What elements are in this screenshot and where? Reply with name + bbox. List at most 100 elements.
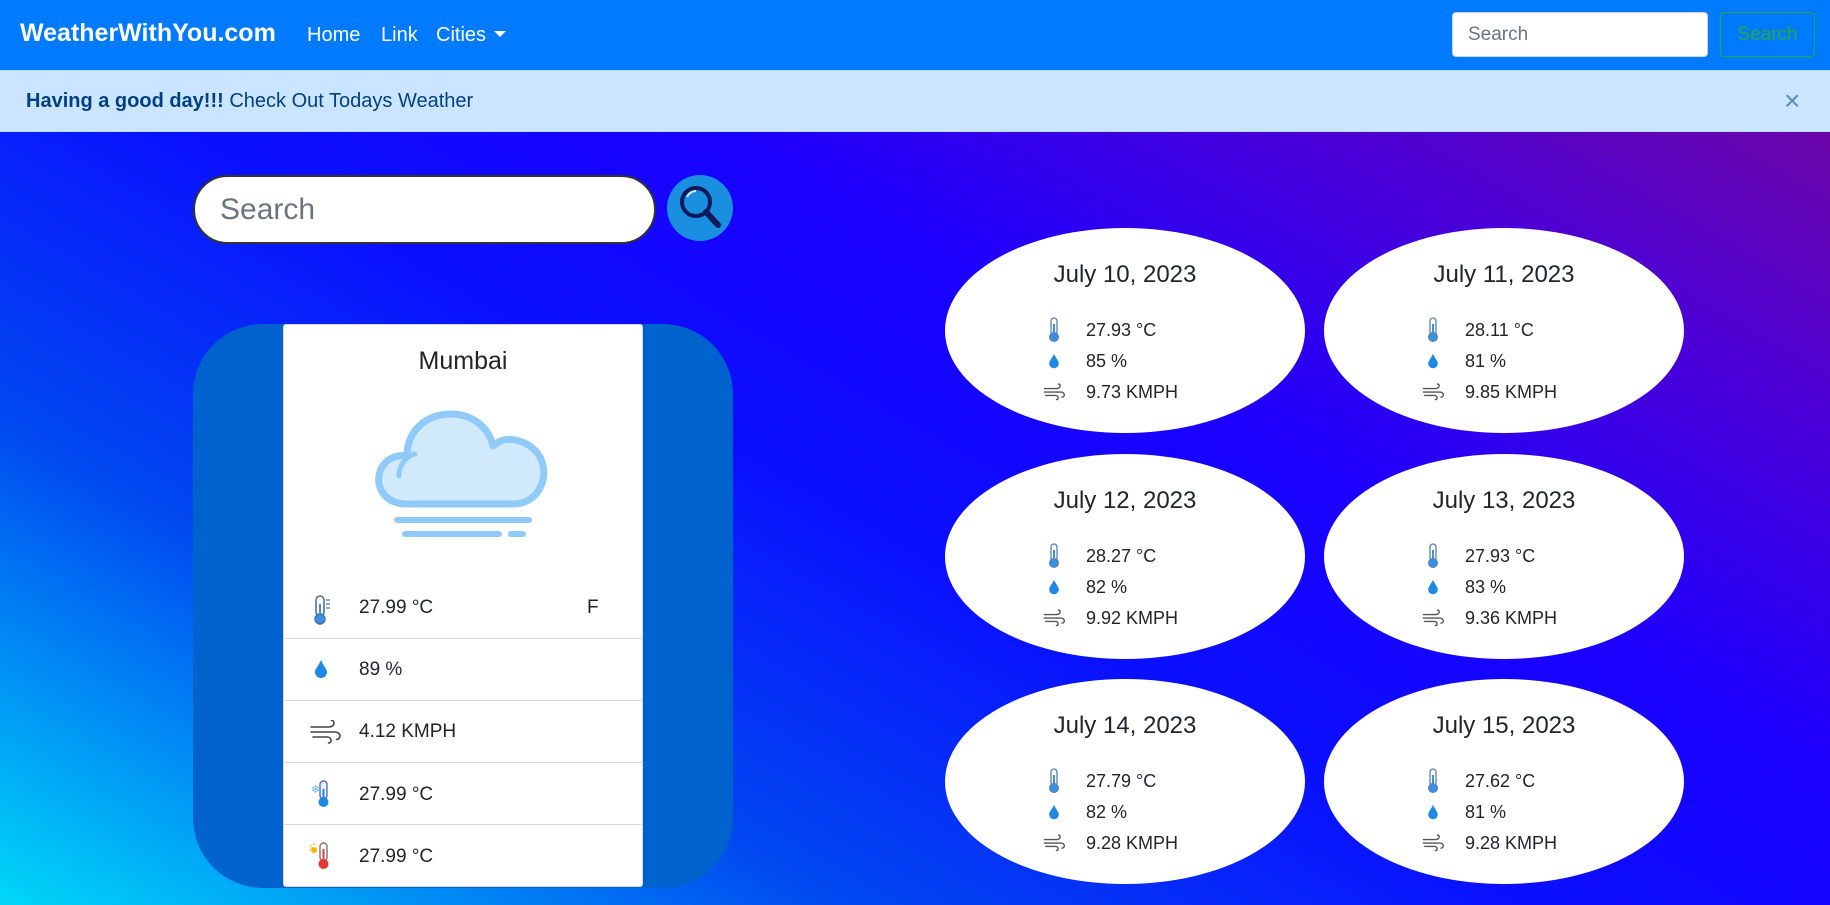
current-wind: 4.12 KMPH: [359, 721, 457, 742]
current-humidity: 89 %: [359, 659, 403, 680]
droplet-icon: [1422, 804, 1444, 820]
forecast-humidity: 82 %: [1086, 801, 1128, 822]
forecast-humidity-line: 81 %: [1422, 349, 1506, 373]
forecast-humidity-line: 82 %: [1043, 575, 1127, 599]
thermometer-icon: [1043, 543, 1065, 569]
forecast-tile: July 12, 2023 28.27 °C 82 % 9.92 KMPH: [945, 454, 1305, 659]
forecast-temp-line: 27.62 °C: [1422, 768, 1536, 794]
thermometer-icon: [1043, 317, 1065, 343]
forecast-tile: July 15, 2023 27.62 °C 81 % 9.28 KMPH: [1324, 679, 1684, 884]
forecast-tile: July 14, 2023 27.79 °C 82 % 9.28 KMPH: [945, 679, 1305, 884]
magnifier-icon: [680, 186, 721, 228]
forecast-wind: 9.28 KMPH: [1086, 832, 1179, 853]
max-temp-row: 27.99 °C: [284, 824, 642, 886]
city-search-button[interactable]: [667, 175, 733, 241]
forecast-humidity: 85 %: [1086, 350, 1128, 371]
temp-row: 27.99 °C F: [284, 580, 642, 636]
droplet-icon: [1043, 804, 1065, 820]
forecast-wind: 9.73 KMPH: [1086, 381, 1179, 402]
forecast-date: July 10, 2023: [1053, 261, 1197, 288]
forecast-humidity: 81 %: [1465, 801, 1507, 822]
droplet-icon: [1422, 579, 1444, 595]
forecast-temp-line: 27.79 °C: [1043, 768, 1157, 794]
forecast-wind: 9.85 KMPH: [1465, 381, 1558, 402]
forecast-temp-line: 28.27 °C: [1043, 543, 1157, 569]
thermometer-hot-icon: [309, 842, 329, 869]
max-temp: 27.99 °C: [359, 846, 434, 867]
thermometer-icon: [1043, 768, 1065, 794]
forecast-date: July 12, 2023: [1053, 487, 1197, 514]
alert-body-text: Check Out Todays Weather: [229, 90, 474, 112]
min-temp-row: ❄ 27.99 °C: [284, 762, 642, 824]
forecast-temp: 27.93 °C: [1086, 319, 1157, 340]
droplet-icon: [315, 660, 327, 678]
wind-icon: [1422, 383, 1444, 401]
wind-icon: [1043, 609, 1065, 627]
forecast-date: July 15, 2023: [1432, 712, 1576, 739]
close-icon[interactable]: ×: [1784, 87, 1800, 115]
svg-text:❄: ❄: [311, 783, 320, 796]
nav-dropdown-cities-label: Cities: [436, 24, 487, 46]
forecast-wind: 9.92 KMPH: [1086, 607, 1179, 628]
cloud-fog-icon: [375, 410, 548, 537]
forecast-wind-line: 9.28 KMPH: [1422, 831, 1557, 855]
nav-search-input[interactable]: [1452, 12, 1708, 57]
droplet-icon: [1043, 579, 1065, 595]
thermometer-icon: [1422, 543, 1444, 569]
forecast-date: July 14, 2023: [1053, 712, 1197, 739]
humidity-row: 89 %: [284, 638, 642, 700]
forecast-humidity: 81 %: [1465, 350, 1507, 371]
forecast-humidity-line: 82 %: [1043, 800, 1127, 824]
brand-logo[interactable]: WeatherWithYou.com: [20, 19, 276, 48]
wind-icon: [310, 720, 341, 744]
wind-row: 4.12 KMPH: [284, 700, 642, 762]
forecast-temp: 28.11 °C: [1465, 319, 1534, 340]
forecast-temp: 27.79 °C: [1086, 770, 1157, 791]
nav-search-button[interactable]: Search: [1720, 12, 1815, 57]
alert-strong-text: Having a good day!!!: [26, 90, 224, 112]
forecast-temp: 27.62 °C: [1465, 770, 1536, 791]
alert-message: Having a good day!!! Check Out Todays We…: [26, 90, 473, 113]
forecast-wind-line: 9.28 KMPH: [1043, 831, 1178, 855]
thermometer-icon: [314, 595, 330, 625]
alert-banner: Having a good day!!! Check Out Todays We…: [0, 70, 1830, 132]
forecast-humidity-line: 85 %: [1043, 349, 1127, 373]
nav-link-home[interactable]: Home: [307, 24, 360, 47]
forecast-tile: July 13, 2023 27.93 °C 83 % 9.36 KMPH: [1324, 454, 1684, 659]
forecast-temp-line: 28.11 °C: [1422, 317, 1534, 343]
forecast-humidity-line: 83 %: [1422, 575, 1506, 599]
forecast-tile: July 10, 2023 27.93 °C 85 % 9.73 KMPH: [945, 228, 1305, 433]
droplet-icon: [1422, 353, 1444, 369]
wind-icon: [1422, 834, 1444, 852]
wind-icon: [1422, 609, 1444, 627]
chevron-down-icon: [494, 31, 507, 37]
forecast-tile: July 11, 2023 28.11 °C 81 % 9.85 KMPH: [1324, 228, 1684, 433]
unit-toggle-button[interactable]: F: [587, 597, 599, 619]
forecast-humidity-line: 81 %: [1422, 800, 1506, 824]
current-weather-card: Mumbai 27.99 °C F 89 % 4.12 KMPH ❄ 27.99…: [283, 324, 643, 887]
city-search-input[interactable]: [193, 175, 656, 244]
navbar: WeatherWithYou.com Home Link Cities Sear…: [0, 0, 1830, 70]
forecast-wind: 9.28 KMPH: [1465, 832, 1558, 853]
forecast-temp-line: 27.93 °C: [1043, 317, 1157, 343]
wind-icon: [1043, 834, 1065, 852]
city-name: Mumbai: [418, 347, 508, 375]
forecast-wind-line: 9.73 KMPH: [1043, 380, 1178, 404]
forecast-wind-line: 9.92 KMPH: [1043, 606, 1178, 630]
forecast-wind-line: 9.85 KMPH: [1422, 380, 1557, 404]
nav-dropdown-cities[interactable]: Cities: [436, 24, 507, 47]
thermometer-icon: [1422, 768, 1444, 794]
forecast-date: July 11, 2023: [1433, 261, 1575, 288]
wind-icon: [1043, 383, 1065, 401]
nav-link-link[interactable]: Link: [381, 24, 418, 47]
droplet-icon: [1043, 353, 1065, 369]
forecast-wind: 9.36 KMPH: [1465, 607, 1558, 628]
forecast-humidity: 83 %: [1465, 576, 1507, 597]
thermometer-icon: [1422, 317, 1444, 343]
thermometer-cold-icon: ❄: [311, 780, 329, 807]
forecast-temp-line: 27.93 °C: [1422, 543, 1535, 569]
current-temp: 27.99 °C: [359, 597, 434, 618]
forecast-humidity: 82 %: [1086, 576, 1128, 597]
min-temp: 27.99 °C: [359, 784, 434, 805]
forecast-temp: 28.27 °C: [1086, 545, 1157, 566]
